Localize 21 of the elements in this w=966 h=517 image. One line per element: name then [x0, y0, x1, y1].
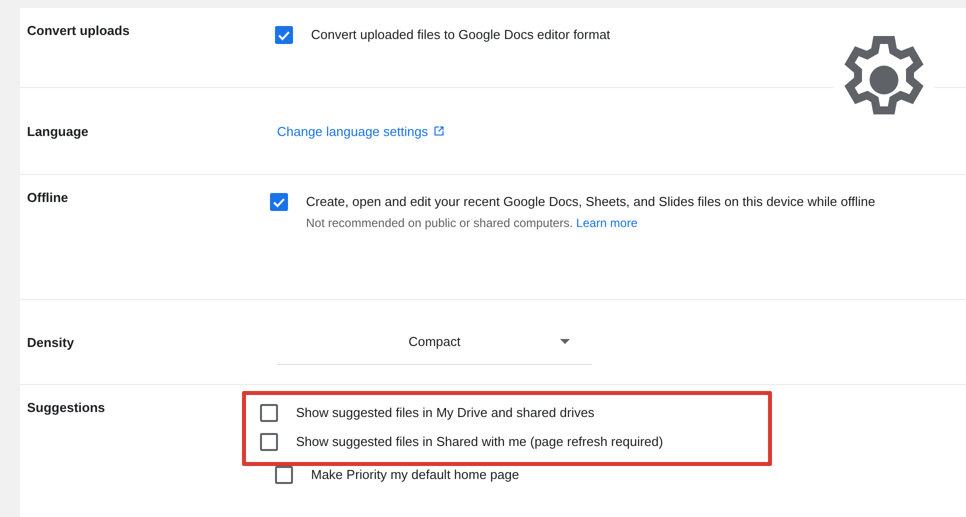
density-dropdown[interactable]: Compact — [277, 319, 592, 365]
setting-label: Offline — [26, 189, 70, 207]
caret-icon — [560, 339, 570, 344]
note-text: Not recommended on public or shared computers. — [306, 216, 573, 230]
checkbox[interactable] — [275, 26, 293, 44]
external-link-icon — [434, 126, 444, 136]
checkbox-label: Show suggested files in My Drive and shared drives — [296, 404, 594, 422]
setting-label: Language — [26, 124, 90, 138]
checkbox-label: Make Priority my default home page — [311, 466, 520, 484]
setting-label: Density — [26, 334, 75, 350]
checkbox-label: Convert uploaded files to Google Docs editor format — [311, 26, 610, 44]
language-settings-link[interactable]: Change language settings — [277, 124, 428, 138]
checkbox[interactable] — [260, 433, 278, 451]
setting-label: Convert uploads — [26, 22, 131, 40]
checkbox[interactable] — [260, 404, 278, 422]
checkbox-label: Create, open and edit your recent Google Docs, Sheets, and Slides files on this device while offline — [306, 193, 876, 211]
setting-label: Suggestions — [26, 399, 106, 417]
checkbox[interactable] — [270, 193, 288, 211]
checkbox[interactable] — [275, 466, 293, 484]
checkbox-label: Show suggested files in Shared with me (page refresh required) — [296, 433, 664, 451]
learn-more-link[interactable]: Learn more — [576, 216, 638, 230]
